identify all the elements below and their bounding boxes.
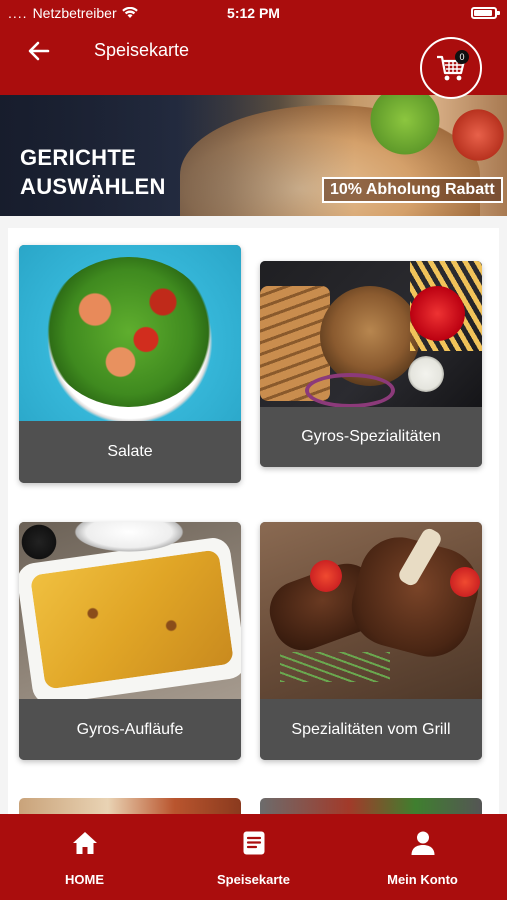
status-bar: .... Netzbetreiber 5:12 PM	[0, 0, 507, 26]
category-card-gyros-spezialitaeten[interactable]: Gyros-Spezialitäten	[260, 261, 482, 467]
discount-badge: 10% Abholung Rabatt	[322, 177, 503, 203]
grill-image	[260, 522, 482, 699]
category-label: Salate	[19, 421, 241, 483]
nav-item-home[interactable]: HOME	[0, 814, 169, 900]
nav-item-mein-konto[interactable]: Mein Konto	[338, 814, 507, 900]
bottom-navigation: HOME Speisekarte Mein Konto	[0, 814, 507, 900]
user-icon	[411, 831, 434, 855]
category-card-grill[interactable]: Spezialitäten vom Grill	[260, 522, 482, 760]
arrow-left-icon	[28, 41, 50, 61]
cart-count-badge: 0	[455, 50, 469, 64]
battery-icon	[471, 7, 500, 19]
nav-label: Speisekarte	[217, 872, 290, 887]
category-panel: Salate Gyros-Spezialitäten Gyros-Aufläuf…	[8, 228, 499, 814]
status-time: 5:12 PM	[227, 5, 280, 21]
page-title: Speisekarte	[94, 40, 190, 60]
category-card-partial-right[interactable]	[260, 798, 482, 814]
category-card-partial-left[interactable]	[19, 798, 241, 814]
menu-icon	[243, 831, 264, 855]
category-card-salate[interactable]: Salate	[19, 245, 241, 483]
gyros-image	[260, 261, 482, 408]
home-icon	[72, 832, 97, 854]
category-list[interactable]: Salate Gyros-Spezialitäten Gyros-Aufläuf…	[0, 216, 507, 814]
nav-item-speisekarte[interactable]: Speisekarte	[169, 814, 338, 900]
banner-title: GERICHTE AUSWÄHLEN	[20, 145, 166, 199]
hero-banner: GERICHTE AUSWÄHLEN 10% Abholung Rabatt	[0, 95, 507, 216]
category-label: Gyros-Spezialitäten	[260, 407, 482, 467]
category-card-gyros-auflaeufe[interactable]: Gyros-Aufläufe	[19, 522, 241, 760]
back-button[interactable]	[24, 36, 54, 66]
nav-label: Mein Konto	[387, 872, 458, 887]
category-label: Spezialitäten vom Grill	[260, 699, 482, 760]
casserole-image	[19, 522, 241, 707]
category-label: Gyros-Aufläufe	[19, 699, 241, 760]
cart-button[interactable]	[420, 37, 482, 99]
nav-label: HOME	[65, 872, 104, 887]
salad-image	[19, 245, 241, 421]
